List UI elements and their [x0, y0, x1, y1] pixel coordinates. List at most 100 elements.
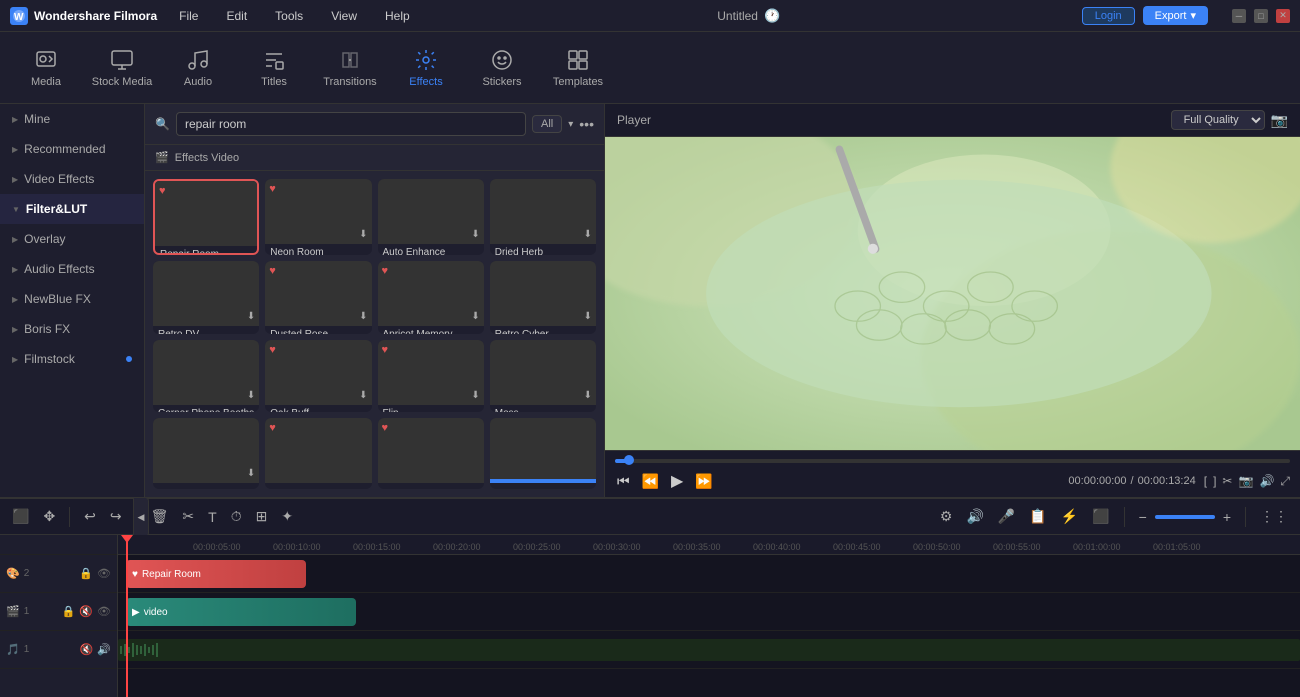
quality-select[interactable]: Full Quality 1/2 Quality 1/4 Quality [1171, 110, 1265, 130]
effect-dried-herb[interactable]: ⬇ Dried Herb [490, 179, 596, 255]
snapshot-icon[interactable]: 📷 [1271, 112, 1288, 129]
effect-retro-cyber[interactable]: ⬇ Retro Cyber [490, 261, 596, 333]
timeline-undo[interactable]: ↩ [80, 506, 100, 527]
search-input[interactable] [176, 112, 526, 136]
effect-flip[interactable]: ♥ ⬇ Flip [378, 340, 484, 412]
sidebar-item-overlay[interactable]: ▶ Overlay [0, 224, 144, 254]
snapshot-preview-button[interactable]: 📷 [1238, 474, 1253, 488]
login-button[interactable]: Login [1082, 7, 1135, 25]
close-button[interactable]: ✕ [1276, 9, 1290, 23]
export-button[interactable]: Export ▾ [1143, 6, 1208, 25]
sidebar-item-newblue-fx[interactable]: ▶ NewBlue FX [0, 284, 144, 314]
effect-label-corner-phone-booths: Corner Phone Booths [153, 405, 259, 412]
track-visibility-button[interactable]: 👁 [97, 567, 111, 580]
menu-view[interactable]: View [325, 7, 363, 25]
zoom-slider[interactable] [1155, 515, 1215, 519]
toolbar-stock-media[interactable]: Stock Media [86, 38, 158, 98]
track-volume-audio-button[interactable]: 🔊 [97, 643, 111, 656]
filmstock-indicator [126, 356, 132, 362]
timeline-tool-hand[interactable]: ✥ [39, 506, 59, 527]
skip-back-button[interactable]: ⏮ [615, 471, 632, 492]
sidebar-item-recommended[interactable]: ▶ Recommended [0, 134, 144, 164]
timeline-settings[interactable]: ⚙ [936, 506, 957, 527]
track-mute-button[interactable]: 🔇 [79, 605, 93, 618]
clock-icon: 🕐 [764, 8, 780, 24]
toolbar-stickers[interactable]: Stickers [466, 38, 538, 98]
ruler-mark: 00:00:40:00 [753, 542, 801, 552]
effect-row4c[interactable]: ♥ [378, 418, 484, 489]
track-mute-audio-button[interactable]: 🔇 [80, 643, 94, 656]
timeline-mic[interactable]: 🎤 [994, 506, 1019, 527]
repair-room-clip[interactable]: ♥ Repair Room [126, 560, 306, 588]
timeline-split[interactable]: ⚡ [1057, 506, 1082, 527]
timeline-delete[interactable]: 🗑 [147, 506, 173, 527]
volume-button[interactable]: 🔊 [1259, 474, 1274, 488]
time-separator: / [1131, 475, 1134, 487]
toolbar-transitions-label: Transitions [323, 76, 376, 88]
play-button[interactable]: ▶ [669, 469, 685, 493]
timeline-text[interactable]: T [204, 507, 221, 527]
maximize-button[interactable]: □ [1254, 9, 1268, 23]
effect-apricot-memory[interactable]: ♥ ⬇ Apricot Memory [378, 261, 484, 333]
timeline-duration[interactable]: ⏱ [227, 506, 246, 527]
sidebar-item-boris-fx[interactable]: ▶ Boris FX [0, 314, 144, 344]
sidebar-item-video-effects[interactable]: ▶ Video Effects [0, 164, 144, 194]
zoom-in-button[interactable]: + [1219, 507, 1235, 527]
filter-all-button[interactable]: All [532, 115, 562, 133]
sidebar-item-filmstock[interactable]: ▶ Filmstock [0, 344, 144, 374]
minimize-button[interactable]: ─ [1232, 9, 1246, 23]
timeline-overlay[interactable]: 📋 [1025, 506, 1050, 527]
effect-repair-room[interactable]: ♥ Repair Room [153, 179, 259, 255]
timeline-grid[interactable]: ⋮⋮ [1256, 506, 1292, 527]
effect-row4d[interactable] [490, 418, 596, 489]
timeline-effect[interactable]: ✦ [277, 506, 297, 527]
sidebar-item-filter-lut[interactable]: ▼ Filter&LUT [0, 194, 144, 224]
mark-out-button[interactable]: ] [1213, 474, 1216, 488]
menu-file[interactable]: File [173, 7, 204, 25]
more-options-button[interactable]: ••• [579, 116, 594, 132]
timeline-playhead[interactable] [126, 535, 128, 697]
preview-progress-thumb[interactable] [624, 455, 634, 465]
menu-help[interactable]: Help [379, 7, 416, 25]
menu-tools[interactable]: Tools [269, 7, 309, 25]
effect-row4b[interactable]: ♥ [265, 418, 371, 489]
sidebar-item-audio-effects[interactable]: ▶ Audio Effects [0, 254, 144, 284]
main-area: ▶ Mine ▶ Recommended ▶ Video Effects ▼ F… [0, 104, 1300, 497]
timeline-insert[interactable]: ⬛ [1088, 506, 1113, 527]
toolbar-templates[interactable]: Templates [542, 38, 614, 98]
effect-thumb-repair-room: ♥ [155, 181, 257, 246]
track-lane-audio [118, 631, 1300, 669]
video-clip[interactable]: ▶ video [126, 598, 356, 626]
track-lock-button[interactable]: 🔒 [62, 605, 76, 618]
timeline-cut[interactable]: ✂ [178, 506, 198, 527]
favorite-icon: ♥ [269, 344, 276, 356]
track-lock-button[interactable]: 🔒 [79, 567, 93, 580]
effect-moss[interactable]: ⬇ Moss [490, 340, 596, 412]
effect-retro-dv[interactable]: ⬇ Retro DV [153, 261, 259, 333]
zoom-out-button[interactable]: − [1135, 507, 1151, 527]
timeline-tool-select[interactable]: ⬛ [8, 506, 33, 527]
menu-edit[interactable]: Edit [220, 7, 253, 25]
toolbar-media[interactable]: Media [10, 38, 82, 98]
timeline-crop[interactable]: ⊞ [252, 506, 272, 527]
track-visibility-button[interactable]: 👁 [97, 605, 111, 618]
split-button[interactable]: ✂ [1222, 474, 1232, 488]
sidebar-item-mine[interactable]: ▶ Mine [0, 104, 144, 134]
fullscreen-button[interactable]: ⤢ [1280, 474, 1290, 489]
preview-progress-track[interactable] [615, 459, 1290, 463]
toolbar-titles[interactable]: Titles [238, 38, 310, 98]
toolbar-transitions[interactable]: Transitions [314, 38, 386, 98]
effect-row4a[interactable]: ⬇ [153, 418, 259, 489]
toolbar-audio[interactable]: Audio [162, 38, 234, 98]
effect-corner-phone-booths[interactable]: ⬇ Corner Phone Booths [153, 340, 259, 412]
effect-auto-enhance[interactable]: ⬇ Auto Enhance [378, 179, 484, 255]
toolbar-effects[interactable]: Effects [390, 38, 462, 98]
step-forward-button[interactable]: ⏩ [693, 471, 714, 492]
timeline-clip-audio[interactable]: 🔊 [962, 506, 987, 527]
effect-neon-room[interactable]: ♥ ⬇ Neon Room [265, 179, 371, 255]
effect-dusted-rose[interactable]: ♥ ⬇ Dusted Rose [265, 261, 371, 333]
timeline-redo[interactable]: ↪ [106, 506, 126, 527]
step-back-button[interactable]: ⏪ [640, 471, 661, 492]
mark-in-button[interactable]: [ [1204, 474, 1207, 488]
effect-oak-buff[interactable]: ♥ ⬇ Oak Buff [265, 340, 371, 412]
